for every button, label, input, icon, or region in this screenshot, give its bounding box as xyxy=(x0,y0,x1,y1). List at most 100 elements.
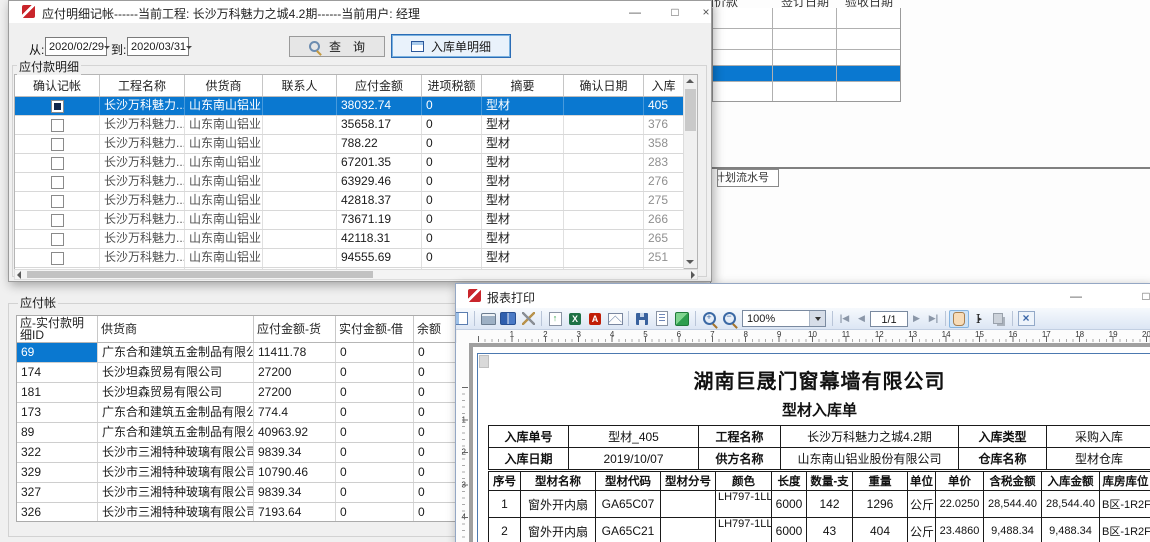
close-preview-icon[interactable] xyxy=(1016,310,1036,328)
column-header[interactable]: 应-实付款明细ID xyxy=(17,316,98,342)
cell: 23.4860 xyxy=(936,518,984,542)
confirm-checkbox[interactable] xyxy=(51,100,64,113)
cell: 山东南山铝业... xyxy=(185,173,263,191)
scrollbar-thumb[interactable] xyxy=(27,271,373,278)
minimize-button[interactable]: — xyxy=(1062,287,1090,305)
table-row[interactable]: 327长沙市三湘特种玻璃有限公司9839.3400 xyxy=(17,483,457,503)
inbound-detail-button[interactable]: 入库单明细 xyxy=(391,34,511,58)
cell: 0 xyxy=(422,173,482,191)
confirm-checkbox[interactable] xyxy=(51,233,64,246)
table-row[interactable]: 89广东合和建筑五金制品有限公司40963.9200 xyxy=(17,423,457,443)
table-row[interactable]: 174长沙坦森贸易有限公司2720000 xyxy=(17,363,457,383)
export-data-icon[interactable] xyxy=(672,310,692,328)
column-header[interactable]: 应付金额 xyxy=(337,75,422,96)
zoom-select[interactable]: 100% xyxy=(742,310,826,327)
table-row[interactable]: 69广东合和建筑五金制品有限公司11411.7800 xyxy=(17,343,457,363)
cell: 0 xyxy=(414,423,457,442)
maximize-button[interactable]: □ xyxy=(661,3,689,21)
prev-page-icon[interactable] xyxy=(853,313,870,324)
ruler-number: 1 xyxy=(462,415,466,424)
table-row[interactable] xyxy=(713,82,900,101)
title-bar[interactable]: 报表打印 xyxy=(456,284,1150,308)
table-row[interactable]: 长沙万科魅力...山东南山铝业...42118.310型材265 xyxy=(15,230,684,249)
confirm-checkbox[interactable] xyxy=(51,157,64,170)
to-date-select[interactable]: 2020/03/31 xyxy=(127,37,189,56)
scrollbar-thumb[interactable] xyxy=(685,89,696,131)
next-page-icon[interactable] xyxy=(908,313,925,324)
table-row[interactable]: 长沙万科魅力...山东南山铝业...67201.350型材283 xyxy=(15,154,684,173)
table-row[interactable]: 长沙万科魅力...山东南山铝业...35658.170型材376 xyxy=(15,116,684,135)
column-header[interactable]: 工程名称 xyxy=(100,75,185,96)
column-header[interactable]: 供货商 xyxy=(185,75,263,96)
scroll-left-icon[interactable] xyxy=(17,271,21,279)
cell: B区-1R2F xyxy=(1100,518,1150,542)
scroll-up-icon[interactable] xyxy=(686,79,694,83)
column-header[interactable]: 确认日期 xyxy=(564,75,644,96)
first-page-icon[interactable] xyxy=(836,313,853,324)
table-row[interactable] xyxy=(713,8,900,29)
confirm-checkbox[interactable] xyxy=(51,176,64,189)
scroll-down-icon[interactable] xyxy=(686,260,694,264)
maximize-button[interactable]: □ xyxy=(1132,287,1150,305)
table-row[interactable] xyxy=(713,29,900,50)
last-page-icon[interactable] xyxy=(925,313,942,324)
column-header[interactable]: 应付金额-货 xyxy=(254,316,336,342)
text-select-icon[interactable] xyxy=(969,310,989,328)
table-row[interactable]: 长沙万科魅力...山东南山铝业...94555.690型材251 xyxy=(15,249,684,268)
inbound-button-label: 入库单明细 xyxy=(431,38,491,55)
cell: 376 xyxy=(644,116,684,134)
hand-tool-icon[interactable] xyxy=(949,310,969,328)
column-header[interactable]: 确认记帐 xyxy=(15,75,100,96)
zoom-out-icon[interactable] xyxy=(719,310,739,328)
table-row[interactable]: 长沙万科魅力...山东南山铝业...42818.370型材275 xyxy=(15,192,684,211)
cell: 1296 xyxy=(853,491,908,518)
open-icon[interactable] xyxy=(498,310,518,328)
column-header[interactable]: 摘要 xyxy=(482,75,564,96)
horizontal-scrollbar[interactable] xyxy=(14,269,698,280)
page-indicator[interactable]: 1/1 xyxy=(870,311,908,327)
title-bar[interactable]: 应付明细记帐------当前工程: 长沙万科魅力之城4.2期------当前用户… xyxy=(9,1,711,23)
export-pdf-icon[interactable] xyxy=(585,310,605,328)
document-icon[interactable] xyxy=(652,310,672,328)
table-row[interactable]: 329长沙市三湘特种玻璃有限公司10790.4600 xyxy=(17,463,457,483)
cell: 山东南山铝业... xyxy=(185,135,263,153)
save-icon[interactable] xyxy=(632,310,652,328)
column-header[interactable]: 实付金额-借 xyxy=(336,316,414,342)
copy-icon[interactable] xyxy=(989,310,1009,328)
minimize-button[interactable]: — xyxy=(621,3,649,21)
column-header[interactable]: 入库 xyxy=(644,75,684,96)
ruler-number: 13 xyxy=(908,330,917,339)
table-row[interactable]: 181长沙坦森贸易有限公司2720000 xyxy=(17,383,457,403)
confirm-checkbox[interactable] xyxy=(51,138,64,151)
page-settings-icon[interactable] xyxy=(456,310,471,328)
column-header[interactable]: 进项税额 xyxy=(422,75,482,96)
design-icon[interactable] xyxy=(518,310,538,328)
print-icon[interactable] xyxy=(478,310,498,328)
from-date-select[interactable]: 2020/02/29 xyxy=(45,37,107,56)
confirm-checkbox[interactable] xyxy=(51,252,64,265)
table-row[interactable]: 长沙万科魅力...山东南山铝业...38032.740型材405 xyxy=(15,97,684,116)
close-button[interactable]: × xyxy=(692,3,720,21)
table-row[interactable]: 173广东合和建筑五金制品有限公司774.400 xyxy=(17,403,457,423)
vertical-scrollbar[interactable] xyxy=(683,75,697,268)
table-row[interactable]: 长沙万科魅力...山东南山铝业...788.220型材358 xyxy=(15,135,684,154)
table-row[interactable] xyxy=(713,66,900,82)
export-excel-icon[interactable] xyxy=(565,310,585,328)
confirm-checkbox[interactable] xyxy=(51,119,64,132)
table-row[interactable] xyxy=(713,50,900,66)
column-header[interactable]: 联系人 xyxy=(263,75,337,96)
table-row[interactable]: 326长沙市三湘特种玻璃有限公司7193.6400 xyxy=(17,503,457,522)
export-icon[interactable] xyxy=(545,310,565,328)
query-button[interactable]: 查 询 xyxy=(289,36,385,57)
zoom-value: 100% xyxy=(747,313,775,325)
column-header[interactable]: 供货商 xyxy=(98,316,254,342)
scroll-right-icon[interactable] xyxy=(691,271,695,279)
table-row[interactable]: 322长沙市三湘特种玻璃有限公司9839.3400 xyxy=(17,443,457,463)
table-row[interactable]: 长沙万科魅力...山东南山铝业...73671.190型材266 xyxy=(15,211,684,230)
confirm-checkbox[interactable] xyxy=(51,195,64,208)
table-row[interactable]: 长沙万科魅力...山东南山铝业...63929.460型材276 xyxy=(15,173,684,192)
zoom-in-icon[interactable] xyxy=(699,310,719,328)
confirm-checkbox[interactable] xyxy=(51,214,64,227)
column-header[interactable]: 余额 xyxy=(414,316,457,342)
send-email-icon[interactable] xyxy=(605,310,625,328)
